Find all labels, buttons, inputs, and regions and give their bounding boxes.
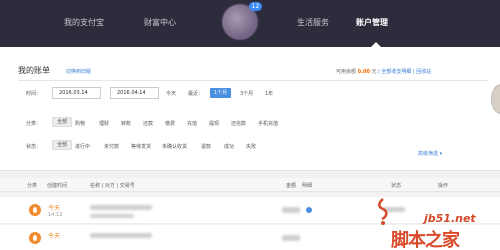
page-title: 我的账单 xyxy=(18,66,50,75)
nav-account-management[interactable]: 账户管理 xyxy=(356,17,388,28)
advanced-filter-link[interactable]: 高级筛选 ▾ xyxy=(418,150,442,157)
status-unpaid[interactable]: 未付款 xyxy=(104,143,119,150)
balance-links[interactable]: | 全部收支明细 | 回收站 xyxy=(378,69,431,75)
category-withdraw[interactable]: 提现 xyxy=(209,120,219,127)
status-label: 状态： xyxy=(26,144,42,150)
watermark-logo-icon xyxy=(378,198,388,225)
page: 我的支付宝 财富中心 12 生活服务 账户管理 我的账单 切换到旧版 可用余额 … xyxy=(0,0,500,250)
category-transfer[interactable]: 转账 xyxy=(121,120,131,127)
recent-1-year[interactable]: 1年 xyxy=(265,90,273,97)
category-topup[interactable]: 充值 xyxy=(187,120,197,127)
status-in-progress[interactable]: 进行中 xyxy=(75,143,90,150)
category-phone-topup[interactable]: 手机充值 xyxy=(258,120,278,127)
row-day: 今天 xyxy=(48,205,61,212)
status-awaiting-shipment[interactable]: 等待发货 xyxy=(131,143,151,150)
today-button[interactable]: 今天 xyxy=(166,90,176,97)
detail-icon[interactable] xyxy=(306,207,312,213)
recent-3-months[interactable]: 3个月 xyxy=(240,90,253,97)
row-day: 今天 xyxy=(48,233,61,240)
top-nav: 我的支付宝 财富中心 12 生活服务 账户管理 xyxy=(0,0,500,47)
col-name: 名称 | 对方 | 交易号 xyxy=(90,183,135,189)
redacted-trade-no xyxy=(90,214,134,218)
category-repay[interactable]: 还款 xyxy=(143,120,153,127)
redacted-amount xyxy=(282,235,300,241)
recent-label: 最近： xyxy=(188,91,204,97)
category-bills[interactable]: 缴费 xyxy=(165,120,175,127)
balance-amount: 0.00 xyxy=(357,69,370,75)
end-date-input[interactable]: 2016.04.14 xyxy=(110,87,159,99)
redacted-name xyxy=(90,205,152,210)
start-date-input[interactable]: 2016.03.14 xyxy=(52,87,101,99)
nav-my-alipay[interactable]: 我的支付宝 xyxy=(64,17,104,28)
redacted-amount xyxy=(282,207,300,213)
col-amount: 金额 xyxy=(286,183,297,189)
redacted-name xyxy=(90,233,152,238)
notification-badge[interactable]: 12 xyxy=(249,2,262,11)
balance-unit: 元 xyxy=(371,69,377,75)
time-label: 时间： xyxy=(26,91,42,97)
category-shopping[interactable]: 购物 xyxy=(75,120,85,127)
col-created-time: 创建时间 xyxy=(47,183,68,189)
balance-summary: 可用余额 0.00 元 | 全部收支明细 | 回收站 xyxy=(336,68,431,75)
nav-wealth-center[interactable]: 财富中心 xyxy=(144,17,176,28)
nav-life-services[interactable]: 生活服务 xyxy=(297,17,329,28)
col-detail: 明细 xyxy=(302,183,313,189)
category-all[interactable]: 全部 xyxy=(52,117,73,127)
bill-filter-card: 我的账单 切换到旧版 可用余额 0.00 元 | 全部收支明细 | 回收站 时间… xyxy=(0,47,500,171)
advanced-filter-label: 高级筛选 xyxy=(418,151,439,157)
watermark-text: 脚本之家 xyxy=(391,230,460,250)
status-refund[interactable]: 退款 xyxy=(201,143,211,150)
status-all[interactable]: 全部 xyxy=(52,140,73,150)
recent-1-month[interactable]: 1个月 xyxy=(210,88,232,98)
switch-old-version-link[interactable]: 切换到旧版 xyxy=(66,68,91,75)
col-status: 状态 xyxy=(391,183,402,189)
category-finance[interactable]: 理财 xyxy=(99,120,109,127)
balance-label: 可用余额 xyxy=(336,69,357,75)
divider xyxy=(18,80,488,81)
status-unconfirmed-receipt[interactable]: 未确认收货 xyxy=(162,143,187,150)
status-success[interactable]: 成功 xyxy=(224,143,234,150)
row-time: 14:12 xyxy=(48,212,63,218)
category-label: 分类： xyxy=(26,121,42,127)
table-header: 分类 创建时间 名称 | 对方 | 交易号 金额 明细 状态 操作 xyxy=(0,178,500,192)
category-credit-repay[interactable]: 还信款 xyxy=(231,120,246,127)
watermark-url: jb51.net xyxy=(424,212,476,225)
status-failed[interactable]: 失败 xyxy=(246,143,256,150)
shopping-bag-icon xyxy=(29,232,41,244)
chevron-down-icon: ▾ xyxy=(439,151,443,157)
shopping-bag-icon xyxy=(29,204,41,216)
col-category: 分类 xyxy=(27,183,38,189)
col-action: 操作 xyxy=(438,183,449,189)
